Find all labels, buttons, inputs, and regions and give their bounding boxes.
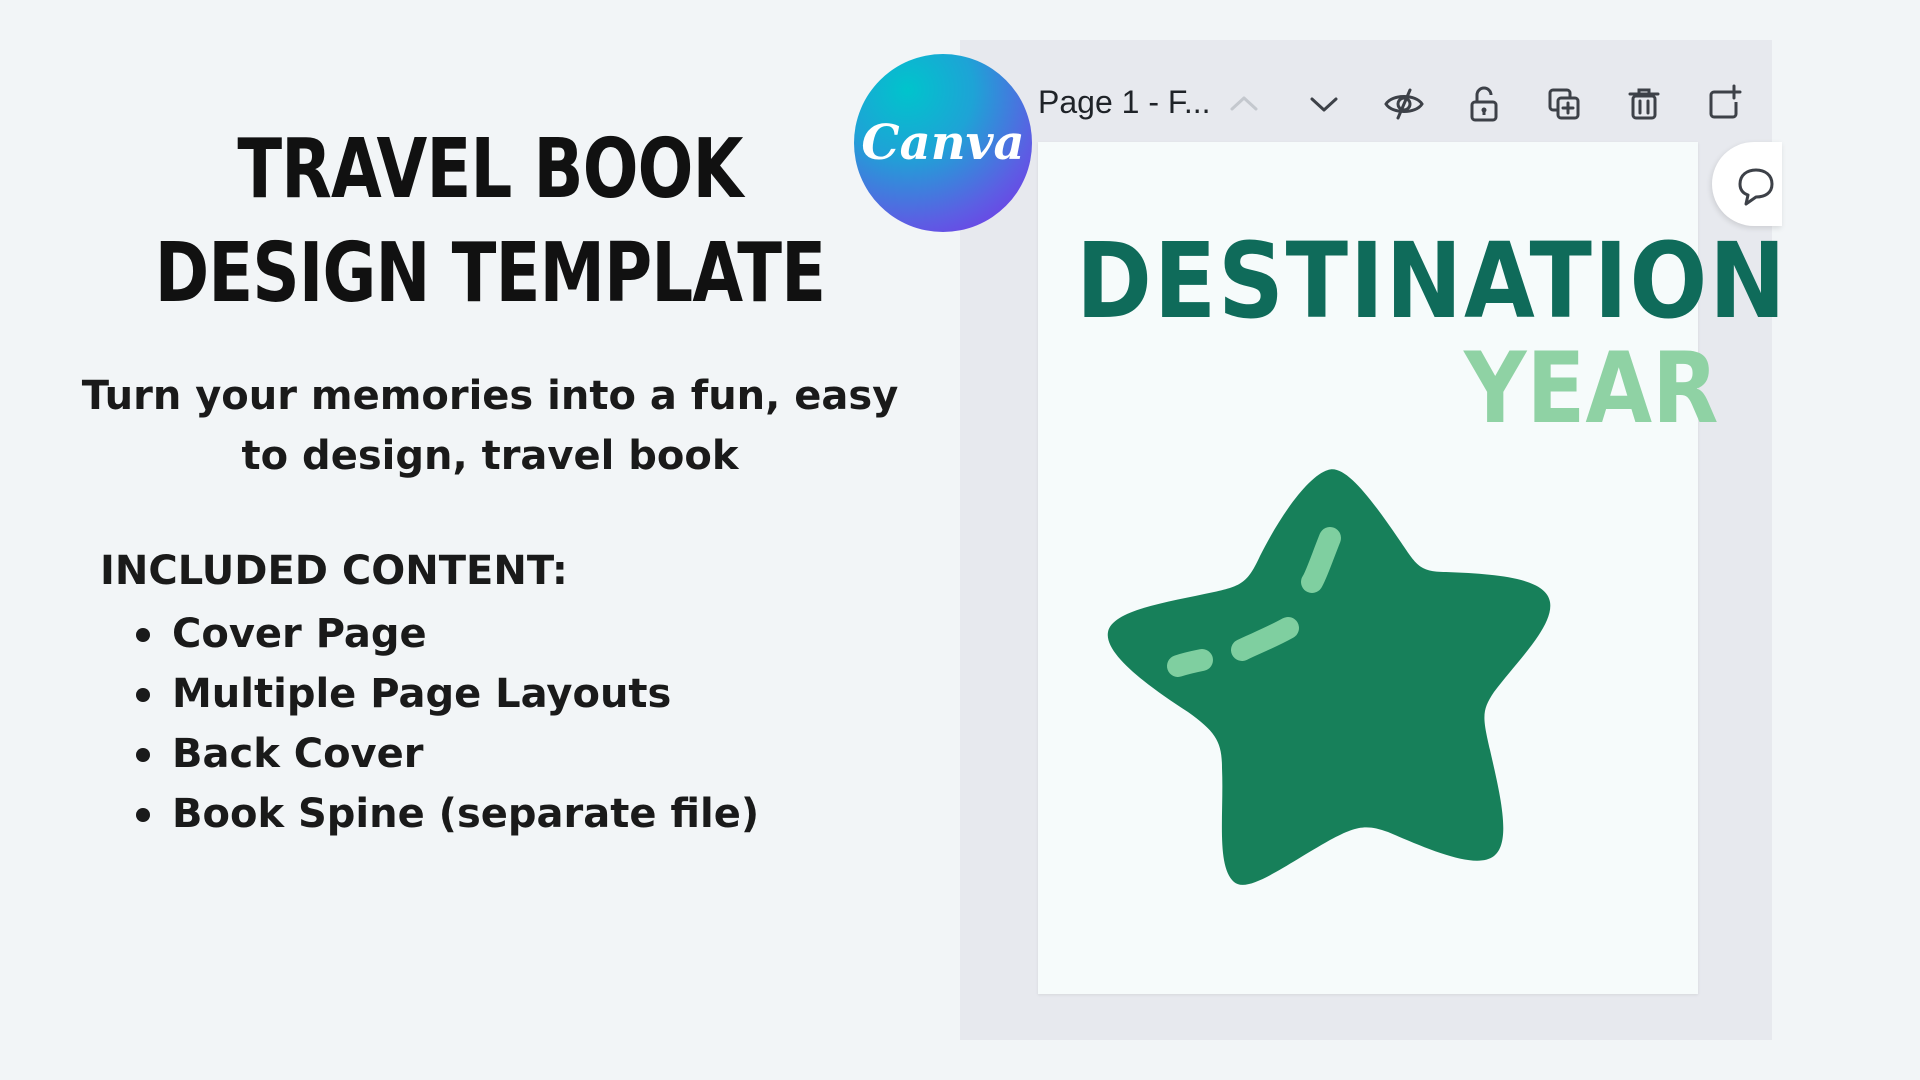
promo-title: TRAVEL BOOK DESIGN TEMPLATE (98, 118, 882, 326)
comment-icon (1738, 168, 1774, 206)
bullet-icon (136, 808, 150, 822)
list-item: Back Cover (130, 724, 759, 784)
canva-logo-text: Canva (861, 115, 1025, 171)
comment-button[interactable] (1712, 142, 1782, 226)
list-item: Cover Page (130, 604, 759, 664)
chevron-up-icon[interactable] (1222, 82, 1266, 126)
chevron-down-icon[interactable] (1302, 82, 1346, 126)
cover-heading[interactable]: DESTINATION (1076, 220, 1787, 342)
hide-eye-icon[interactable] (1382, 82, 1426, 126)
canva-logo: Canva (854, 54, 1032, 232)
lock-icon[interactable] (1462, 82, 1506, 126)
bullet-icon (136, 628, 150, 642)
list-item: Book Spine (separate file) (130, 784, 759, 844)
duplicate-page-icon[interactable] (1542, 82, 1586, 126)
cover-subheading[interactable]: YEAR (1464, 332, 1719, 446)
promo-subtitle: Turn your memories into a fun, easy to d… (81, 373, 899, 479)
add-page-icon[interactable] (1702, 82, 1746, 126)
bullet-icon (136, 688, 150, 702)
trash-icon[interactable] (1622, 82, 1666, 126)
list-item-label: Book Spine (separate file) (172, 791, 760, 837)
included-list: Cover Page Multiple Page Layouts Back Co… (130, 604, 759, 844)
list-item-label: Multiple Page Layouts (172, 671, 672, 717)
list-item-label: Back Cover (172, 731, 424, 777)
star-graphic[interactable] (1098, 442, 1578, 922)
promo-title-line1: TRAVEL BOOK (237, 122, 743, 217)
list-item-label: Cover Page (172, 611, 427, 657)
promo-panel: TRAVEL BOOK DESIGN TEMPLATE Turn your me… (0, 0, 960, 1080)
included-heading: INCLUDED CONTENT: (100, 548, 568, 594)
page-toolbar: Page 1 - F... (960, 40, 1772, 140)
page-title[interactable]: Page 1 - F... (1038, 84, 1211, 121)
list-item: Multiple Page Layouts (130, 664, 759, 724)
editor-panel: Page 1 - F... DESTINATION YEAR (960, 40, 1786, 1040)
design-page[interactable]: DESTINATION YEAR (1038, 142, 1786, 994)
promo-title-line2: DESIGN TEMPLATE (154, 226, 826, 321)
bullet-icon (136, 748, 150, 762)
